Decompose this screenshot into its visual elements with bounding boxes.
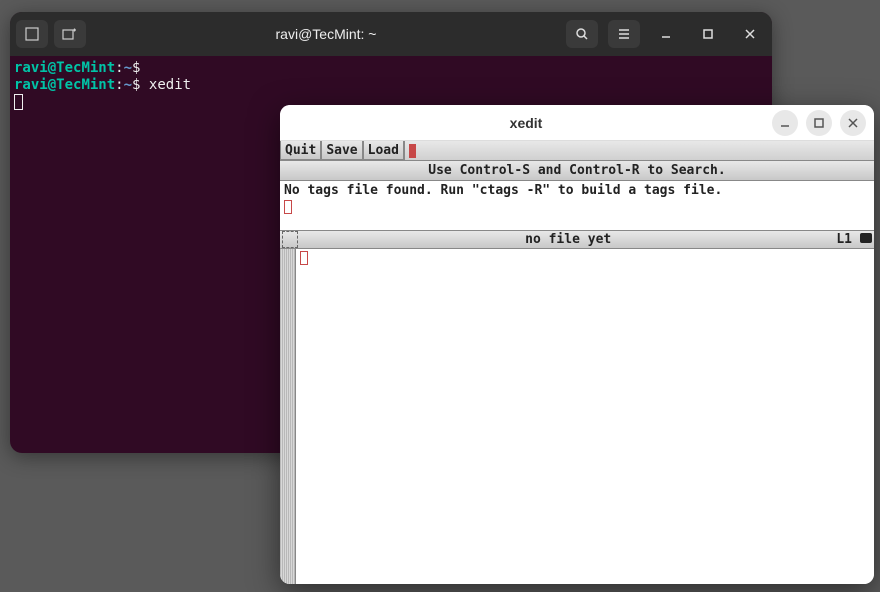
- titlebar-right-group: [566, 20, 766, 48]
- minimize-icon: [659, 27, 673, 41]
- message-area[interactable]: No tags file found. Run "ctags -R" to bu…: [280, 181, 874, 231]
- xedit-minimize-button[interactable]: [772, 110, 798, 136]
- search-button[interactable]: [566, 20, 598, 48]
- xedit-window: xedit Quit Save Load Use Control-S and C…: [280, 105, 874, 584]
- prompt-symbol: $: [132, 77, 140, 93]
- status-bar: no file yet L1: [280, 231, 874, 249]
- maximize-icon: [701, 27, 715, 41]
- maximize-button[interactable]: [692, 20, 724, 48]
- hamburger-icon: [617, 27, 631, 41]
- filename-input[interactable]: [404, 141, 874, 160]
- minimize-icon: [779, 117, 791, 129]
- prompt-host: TecMint: [56, 77, 115, 93]
- status-filename: no file yet: [300, 232, 836, 247]
- status-scroll-thumb[interactable]: [860, 233, 872, 243]
- prompt-path: ~: [124, 77, 132, 93]
- load-button[interactable]: Load: [363, 141, 404, 160]
- terminal-icon: [25, 27, 39, 41]
- prompt-symbol: $: [132, 60, 140, 76]
- xedit-titlebar: xedit: [280, 105, 874, 141]
- editor-area: [280, 249, 874, 584]
- editor-content[interactable]: [296, 249, 874, 584]
- terminal-title: ravi@TecMint: ~: [90, 26, 562, 42]
- new-tab-button[interactable]: [54, 20, 86, 48]
- prompt-user: ravi: [14, 77, 48, 93]
- close-button[interactable]: [734, 20, 766, 48]
- terminal-line: ravi@TecMint:~$: [14, 60, 768, 77]
- prompt-path: ~: [124, 60, 132, 76]
- new-tab-icon: [62, 27, 78, 41]
- command-text: xedit: [149, 77, 191, 93]
- hint-bar: Use Control-S and Control-R to Search.: [280, 161, 874, 181]
- message-cursor: [284, 200, 292, 214]
- save-button[interactable]: Save: [321, 141, 362, 160]
- titlebar-left-group: [16, 20, 86, 48]
- xedit-close-button[interactable]: [840, 110, 866, 136]
- prompt-host: TecMint: [56, 60, 115, 76]
- terminal-cursor: [14, 94, 23, 110]
- filename-cursor: [409, 144, 416, 158]
- terminal-line: ravi@TecMint:~$ xedit: [14, 77, 768, 94]
- quit-button[interactable]: Quit: [280, 141, 321, 160]
- menu-button[interactable]: [608, 20, 640, 48]
- editor-cursor: [300, 251, 308, 265]
- minimize-button[interactable]: [650, 20, 682, 48]
- message-text: No tags file found. Run "ctags -R" to bu…: [284, 183, 870, 198]
- prompt-user: ravi: [14, 60, 48, 76]
- close-icon: [847, 117, 859, 129]
- terminal-profile-button[interactable]: [16, 20, 48, 48]
- search-icon: [575, 27, 589, 41]
- terminal-titlebar: ravi@TecMint: ~: [10, 12, 772, 56]
- xedit-toolbar: Quit Save Load: [280, 141, 874, 161]
- xedit-maximize-button[interactable]: [806, 110, 832, 136]
- close-icon: [743, 27, 757, 41]
- xedit-title: xedit: [288, 115, 764, 131]
- editor-scrollbar[interactable]: [280, 249, 296, 584]
- maximize-icon: [813, 117, 825, 129]
- status-grip[interactable]: [282, 231, 298, 248]
